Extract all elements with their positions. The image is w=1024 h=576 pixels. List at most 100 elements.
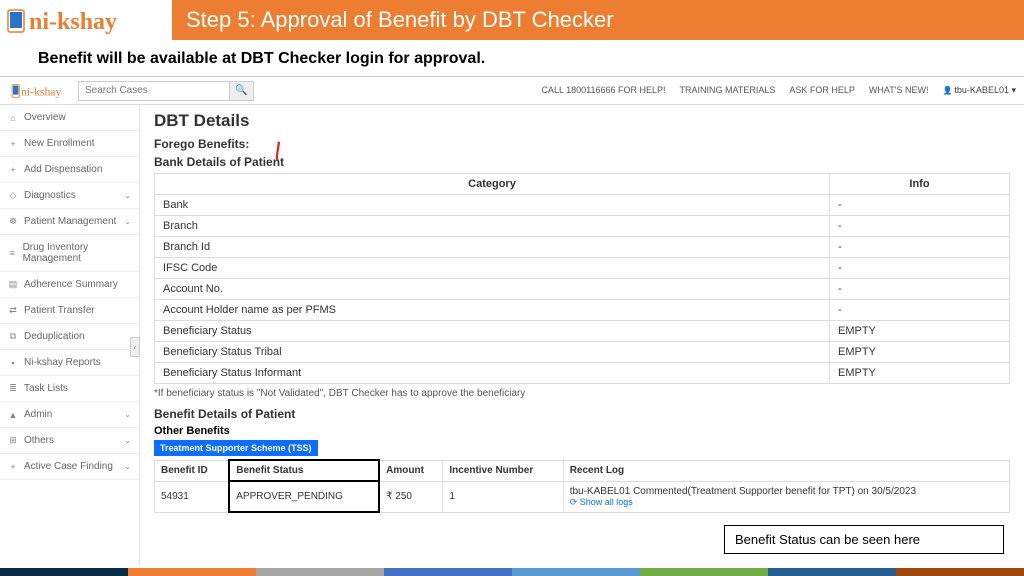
chevron-down-icon: ⌄ <box>124 191 131 200</box>
nikshay-logo-small: ni-kshay <box>8 81 72 101</box>
cell-info: - <box>830 279 1010 300</box>
chevron-down-icon: ⌄ <box>124 462 131 471</box>
cell-info: EMPTY <box>830 342 1010 363</box>
benefit-table: Benefit ID Benefit Status Amount Incenti… <box>154 459 1010 513</box>
col-amount: Amount <box>379 460 443 481</box>
sidebar-item-label: Add Dispensation <box>24 164 102 175</box>
sidebar-item-patient-management[interactable]: ☸ Patient Management ⌄ <box>0 209 139 235</box>
table-row: Account No.- <box>155 279 1010 300</box>
table-row: Branch- <box>155 216 1010 237</box>
sidebar-item-deduplication[interactable]: ⧉Deduplication <box>0 324 139 350</box>
cell-info: - <box>830 216 1010 237</box>
sidebar-item-label: Overview <box>24 112 66 123</box>
cell-category: IFSC Code <box>155 258 830 279</box>
sidebar-item-ni-kshay-reports[interactable]: ▪Ni-kshay Reports <box>0 350 139 376</box>
sidebar-item-patient-transfer[interactable]: ⇄Patient Transfer <box>0 298 139 324</box>
sidebar-item-label: Adherence Summary <box>24 279 118 290</box>
sidebar-item-label: Task Lists <box>24 383 68 394</box>
sidebar-item-drug-inventory-management[interactable]: ≡ Drug Inventory Management <box>0 235 139 272</box>
cell-info: - <box>830 237 1010 258</box>
validation-note: *If beneficiary status is "Not Validated… <box>154 388 1010 399</box>
user-menu[interactable]: tbu-KABEL01 ▾ <box>942 85 1016 96</box>
col-category: Category <box>155 174 830 195</box>
sidebar-item-label: Drug Inventory Management <box>23 242 131 264</box>
sidebar-icon: ⊞ <box>8 435 18 446</box>
col-incentive: Incentive Number <box>443 460 563 481</box>
callout-benefit-status: Benefit Status can be seen here <box>724 525 1004 554</box>
sidebar-item-others[interactable]: ⊞Others⌄ <box>0 428 139 454</box>
cell-category: Branch Id <box>155 237 830 258</box>
cell-category: Bank <box>155 195 830 216</box>
cell-benefit-status: APPROVER_PENDING <box>229 481 379 512</box>
whats-new-link[interactable]: WHAT'S NEW! <box>869 85 929 96</box>
table-row: Beneficiary StatusEMPTY <box>155 321 1010 342</box>
cell-benefit-id: 54931 <box>155 481 230 512</box>
sidebar-item-adherence-summary[interactable]: ▤ Adherence Summary <box>0 272 139 298</box>
table-row: Branch Id- <box>155 237 1010 258</box>
table-row: Bank- <box>155 195 1010 216</box>
show-all-logs-link[interactable]: Show all logs <box>570 497 633 507</box>
cell-amount: ₹ 250 <box>379 481 443 512</box>
benefit-row: 54931 APPROVER_PENDING ₹ 250 1 tbu-KABEL… <box>155 481 1010 512</box>
ask-help-link[interactable]: ASK FOR HELP <box>789 85 855 96</box>
sidebar-item-add-dispensation[interactable]: + Add Dispensation <box>0 157 139 183</box>
chevron-down-icon: ⌄ <box>124 410 131 419</box>
other-benefits-label: Other Benefits <box>154 425 1010 437</box>
sidebar-item-label: Patient Management <box>24 216 116 227</box>
sidebar-icon: ◇ <box>8 190 18 201</box>
sidebar-item-new-enrollment[interactable]: + New Enrollment <box>0 131 139 157</box>
cell-info: EMPTY <box>830 321 1010 342</box>
table-row: IFSC Code- <box>155 258 1010 279</box>
sidebar-item-admin[interactable]: ▲Admin⌄ <box>0 402 139 428</box>
search-button[interactable]: 🔍 <box>229 82 253 100</box>
sidebar-item-label: New Enrollment <box>24 138 95 149</box>
top-nav: ni-kshay 🔍 CALL 1800116666 FOR HELP! TRA… <box>0 77 1024 105</box>
sidebar: ‹ ⌂Overview+New Enrollment+Add Dispensat… <box>0 105 140 565</box>
svg-text:ni-kshay: ni-kshay <box>29 9 117 35</box>
cell-info: EMPTY <box>830 363 1010 384</box>
col-benefit-id: Benefit ID <box>155 460 230 481</box>
page-title: DBT Details <box>154 111 1010 131</box>
search-input[interactable] <box>79 82 229 100</box>
cell-recent-log: tbu-KABEL01 Commented(Treatment Supporte… <box>563 481 1009 512</box>
top-links: CALL 1800116666 FOR HELP! TRAINING MATER… <box>541 85 1016 96</box>
sidebar-icon: ▪ <box>8 358 18 368</box>
app-window: ni-kshay 🔍 CALL 1800116666 FOR HELP! TRA… <box>0 76 1024 565</box>
cell-info: - <box>830 258 1010 279</box>
search-icon: 🔍 <box>235 85 247 96</box>
cell-category: Branch <box>155 216 830 237</box>
cell-category: Beneficiary Status Tribal <box>155 342 830 363</box>
footer-stripe <box>0 568 1024 576</box>
training-link[interactable]: TRAINING MATERIALS <box>680 85 776 96</box>
nikshay-logo-large: ni-kshay <box>0 2 172 38</box>
cell-info: - <box>830 195 1010 216</box>
table-row: Beneficiary Status InformantEMPTY <box>155 363 1010 384</box>
sidebar-icon: ☸ <box>8 216 18 227</box>
sidebar-item-label: Diagnostics <box>24 190 76 201</box>
sidebar-icon: + <box>8 165 18 175</box>
sidebar-icon: ≣ <box>8 383 18 394</box>
app-body: ‹ ⌂Overview+New Enrollment+Add Dispensat… <box>0 105 1024 565</box>
sidebar-item-overview[interactable]: ⌂Overview <box>0 105 139 131</box>
cell-category: Beneficiary Status Informant <box>155 363 830 384</box>
sidebar-icon: + <box>8 462 18 472</box>
table-row: Account Holder name as per PFMS- <box>155 300 1010 321</box>
sidebar-item-active-case-finding[interactable]: +Active Case Finding⌄ <box>0 454 139 480</box>
call-help-link[interactable]: CALL 1800116666 FOR HELP! <box>541 85 665 96</box>
sidebar-item-label: Deduplication <box>24 331 85 342</box>
sidebar-item-task-lists[interactable]: ≣ Task Lists <box>0 376 139 402</box>
table-row: Beneficiary Status TribalEMPTY <box>155 342 1010 363</box>
sidebar-icon: ≡ <box>8 248 17 258</box>
search-box: 🔍 <box>78 81 254 101</box>
bank-details-table: Category Info Bank-Branch-Branch Id-IFSC… <box>154 173 1010 384</box>
sidebar-icon: + <box>8 139 18 149</box>
col-recent-log: Recent Log <box>563 460 1009 481</box>
cell-incentive: 1 <box>443 481 563 512</box>
sidebar-item-label: Admin <box>24 409 52 420</box>
slide-title: Step 5: Approval of Benefit by DBT Check… <box>172 0 1024 40</box>
cell-category: Beneficiary Status <box>155 321 830 342</box>
chevron-down-icon: ⌄ <box>124 217 131 226</box>
chevron-down-icon: ⌄ <box>124 436 131 445</box>
sidebar-icon: ▤ <box>8 279 18 290</box>
sidebar-item-diagnostics[interactable]: ◇ Diagnostics ⌄ <box>0 183 139 209</box>
